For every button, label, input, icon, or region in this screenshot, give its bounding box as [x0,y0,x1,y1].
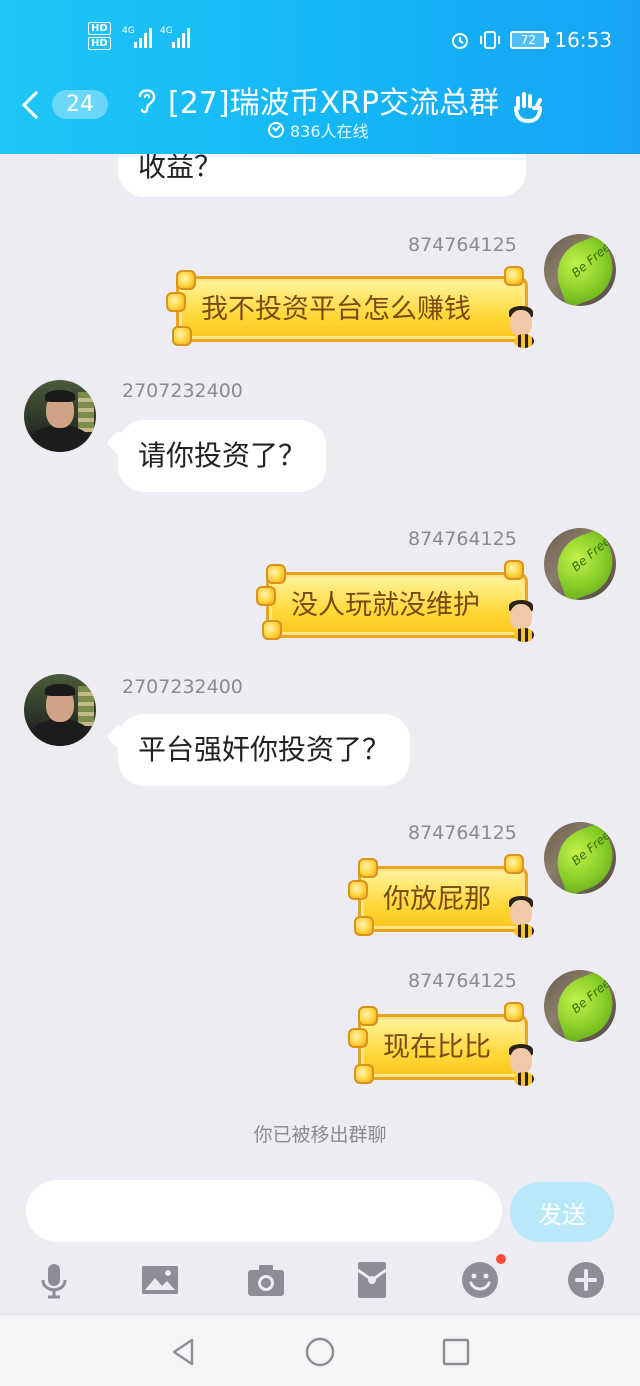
hd-indicators: HD HD [88,22,111,52]
red-packet-button[interactable] [350,1258,394,1302]
online-count: 836人在线 [268,118,369,142]
message-bubble-right[interactable]: 现在比比 [358,1014,528,1080]
signal-icon-2 [172,26,190,48]
avatar[interactable]: Be Free [544,528,616,600]
bee-face-sticker [506,1042,536,1086]
signal-icon-1 [134,26,152,48]
message-bubble-left[interactable]: 平台强奸你投资了？ [118,714,411,786]
message-text: 我不投资平台怎么赚钱 [201,294,471,325]
honey-decoration [266,564,286,584]
message-text: 你放屁那 [383,884,491,915]
group-title[interactable]: [27]瑞波币XRP交流总群 [168,78,499,122]
nav-recents-icon[interactable] [441,1337,471,1367]
camera-icon [248,1265,284,1296]
camera-button[interactable] [244,1258,288,1302]
clock: 16:53 [554,28,612,52]
avatar[interactable] [24,380,96,452]
sender-name: 2707232400 [122,380,243,402]
sender-name: 874764125 [408,822,517,844]
red-packet-icon [357,1262,387,1298]
network-label-1: 4G [122,26,135,36]
sender-name: 874764125 [408,234,517,256]
message-bubble-left[interactable]: 请你投资了？ [118,420,327,492]
plus-icon [568,1262,604,1298]
image-button[interactable] [138,1258,182,1302]
honey-decoration [166,292,186,312]
honey-decoration [358,858,378,878]
send-button[interactable]: 发送 [510,1182,614,1242]
message-bubble-right[interactable]: 没人玩就没维护 [266,572,528,638]
alarm-icon [452,33,469,49]
status-right: 72 16:53 [450,28,612,52]
avatar[interactable]: Be Free [544,822,616,894]
more-button[interactable] [564,1258,608,1302]
honey-decoration [354,1064,374,1084]
hd-badge-1: HD [88,22,111,35]
title-row: [27]瑞波币XRP交流总群 [134,78,499,122]
honey-decoration [504,1002,524,1022]
online-check-icon [268,122,284,138]
emoji-button[interactable] [458,1254,506,1302]
network-label-2: 4G [160,26,173,36]
voice-button[interactable] [32,1258,76,1302]
honey-decoration [504,854,524,874]
message-text: 平台强奸你投资了？ [138,733,391,766]
ear-icon[interactable] [134,85,160,115]
honey-decoration [348,1028,368,1048]
message-input[interactable] [26,1180,502,1242]
honey-decoration [358,1006,378,1026]
message-bubble-right[interactable]: 你放屁那 [358,866,528,932]
honey-decoration [348,880,368,900]
avatar[interactable] [24,674,96,746]
nav-home-icon[interactable] [305,1337,335,1367]
message-list[interactable]: 收益？ 874764125 Be Free 我不投资平台怎么赚钱 2707232… [0,154,640,1164]
notification-dot [496,1254,506,1264]
message-bubble-right[interactable]: 我不投资平台怎么赚钱 [176,276,528,342]
nav-back-icon[interactable] [168,1337,198,1367]
avatar[interactable]: Be Free [544,234,616,306]
online-text: 836人在线 [290,122,369,141]
avatar[interactable]: Be Free [544,970,616,1042]
bee-face-sticker [506,894,536,938]
message-text: 现在比比 [383,1032,491,1063]
sender-name: 2707232400 [122,676,243,698]
honey-decoration [172,326,192,346]
honey-decoration [354,916,374,936]
battery-icon: 72 [510,31,550,49]
input-toolbar [0,1254,640,1306]
honey-decoration [504,560,524,580]
honey-decoration [176,270,196,290]
sender-name: 874764125 [408,528,517,550]
chat-header: HD HD 4G 4G 72 16:53 24 [27]瑞波币XRP交流总群 8… [0,0,640,154]
back-button[interactable]: 24 [21,90,108,119]
sender-name: 874764125 [408,970,517,992]
hd-badge-2: HD [88,37,111,50]
honey-decoration [262,620,282,640]
vibrate-icon [480,31,501,49]
message-text: 请你投资了？ [138,439,307,472]
honey-decoration [504,266,524,286]
emoji-icon [462,1262,498,1298]
chevron-left-icon [21,90,51,119]
message-text: 没人玩就没维护 [291,590,480,621]
bee-face-sticker [506,304,536,348]
image-icon [142,1266,178,1294]
bee-face-sticker [506,598,536,642]
message-text: 收益？ [138,154,223,183]
message-bubble-left[interactable]: 收益？ [118,154,526,197]
unread-count-badge: 24 [52,90,108,119]
honey-decoration [256,586,276,606]
microphone-icon [41,1264,67,1299]
group-profile-hand-icon[interactable] [510,88,546,124]
system-notice: 你已被移出群聊 [253,1124,387,1146]
status-bar: HD HD 4G 4G 72 16:53 [0,20,640,60]
system-nav-bar [0,1314,640,1386]
input-area: 发送 [0,1164,640,1314]
